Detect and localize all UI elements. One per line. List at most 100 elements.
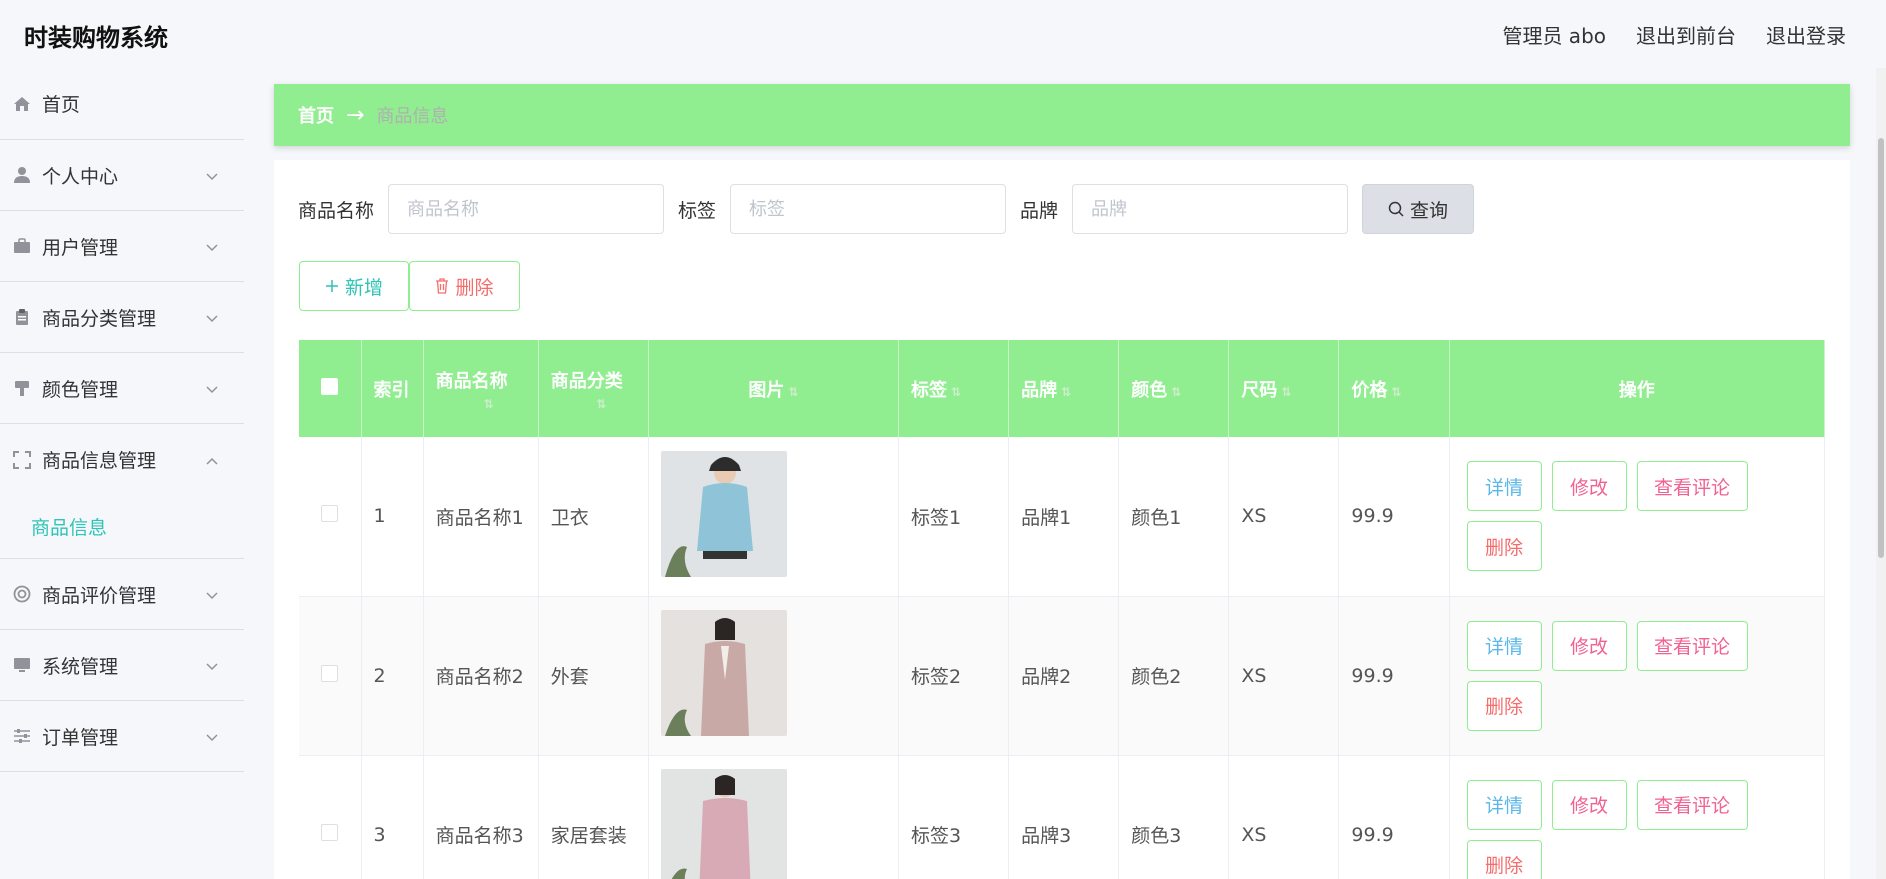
column-header-tag[interactable]: 标签 ⇅	[898, 340, 1010, 437]
row-checkbox[interactable]	[321, 505, 339, 523]
sidebar-item-order-management[interactable]: 订单管理	[0, 701, 244, 772]
sidebar-subitem-product-info[interactable]: 商品信息	[0, 495, 244, 559]
sort-icon[interactable]: ⇅	[440, 397, 538, 411]
cell-category: 卫衣	[538, 437, 649, 597]
product-image	[660, 610, 787, 736]
tag-search-input[interactable]	[730, 184, 1007, 234]
column-header-brand[interactable]: 品牌 ⇅	[1008, 340, 1120, 437]
view-reviews-button[interactable]: 查看评论	[1636, 461, 1748, 512]
row-checkbox[interactable]	[321, 823, 339, 841]
chevron-down-icon	[206, 377, 218, 399]
sidebar-item-system-management[interactable]: 系统管理	[0, 630, 244, 701]
cell-color: 颜色1	[1118, 437, 1230, 597]
view-reviews-button[interactable]: 查看评论	[1636, 779, 1748, 830]
column-header-price[interactable]: 价格 ⇅	[1338, 340, 1450, 437]
breadcrumb: 首页 → 商品信息	[274, 84, 1850, 146]
cell-operations: 详情 修改 查看评论 删除	[1449, 437, 1825, 597]
operations-group: 详情 修改 查看评论 删除	[1466, 779, 1767, 879]
table-row: 3 商品名称3 家居套装 标签3 品牌3 颜色3 XS 99.9 详情 修改 查…	[299, 755, 1825, 879]
app-title: 时装购物系统	[24, 24, 168, 52]
lifebuoy-icon	[12, 584, 32, 604]
batch-delete-button[interactable]: 删除	[409, 261, 520, 311]
sidebar-item-personal-center[interactable]: 个人中心	[0, 140, 244, 211]
column-header-label: 商品名称	[435, 370, 508, 392]
logout-link[interactable]: 退出登录	[1766, 20, 1846, 49]
detail-button[interactable]: 详情	[1466, 779, 1542, 830]
product-table: 索引 商品名称 ⇅ 商品分类 ⇅ 图片 ⇅ 标签 ⇅ 品牌 ⇅ 颜色 ⇅ 尺码 ⇅ 价格 ⇅ 操…	[299, 340, 1825, 879]
back-to-frontend-link[interactable]: 退出到前台	[1636, 20, 1736, 49]
chevron-down-icon	[206, 306, 218, 328]
sliders-icon	[12, 726, 32, 746]
column-header-color[interactable]: 颜色 ⇅	[1118, 340, 1230, 437]
chevron-down-icon	[206, 725, 218, 747]
delete-button[interactable]: 删除	[1466, 680, 1542, 731]
admin-user-link[interactable]: 管理员 abo	[1502, 20, 1606, 49]
user-icon	[12, 165, 32, 185]
breadcrumb-home[interactable]: 首页	[298, 102, 334, 128]
column-header-image[interactable]: 图片 ⇅	[648, 340, 900, 437]
cell-operations: 详情 修改 查看评论 删除	[1449, 596, 1825, 756]
sort-icon[interactable]: ⇅	[1281, 385, 1291, 399]
column-header-category[interactable]: 商品分类 ⇅	[538, 340, 649, 437]
cell-category: 家居套装	[538, 755, 649, 879]
query-button-label: 查询	[1410, 199, 1449, 222]
sidebar-item-color-management[interactable]: 颜色管理	[0, 353, 244, 424]
sidebar-item-home[interactable]: 首页	[0, 68, 244, 140]
detail-button[interactable]: 详情	[1466, 620, 1542, 671]
cell-image	[648, 755, 900, 879]
name-search-input[interactable]	[388, 184, 665, 234]
cell-tag: 标签3	[898, 755, 1010, 879]
cell-tag: 标签2	[898, 596, 1010, 756]
cell-index: 1	[361, 437, 424, 597]
delete-button[interactable]: 删除	[1466, 839, 1542, 879]
add-button[interactable]: 新增	[299, 261, 409, 311]
operations-group: 详情 修改 查看评论 删除	[1466, 620, 1767, 731]
cell-brand: 品牌3	[1008, 755, 1120, 879]
sort-icon[interactable]: ⇅	[1391, 385, 1401, 399]
edit-button[interactable]: 修改	[1551, 620, 1627, 671]
sidebar-item-review-management[interactable]: 商品评价管理	[0, 559, 244, 630]
cell-name: 商品名称1	[423, 437, 539, 597]
row-select-cell	[299, 437, 362, 597]
column-header-label: 商品分类	[550, 370, 623, 392]
cell-size: XS	[1228, 437, 1340, 597]
breadcrumb-arrow: →	[346, 102, 365, 128]
sort-icon[interactable]: ⇅	[788, 385, 798, 399]
delete-button[interactable]: 删除	[1466, 521, 1542, 572]
sidebar-item-label: 首页	[42, 94, 81, 116]
add-button-label: 新增	[344, 276, 383, 299]
row-checkbox[interactable]	[321, 664, 339, 682]
column-header-label: 索引	[373, 379, 410, 401]
cell-brand: 品牌1	[1008, 437, 1120, 597]
sort-icon[interactable]: ⇅	[555, 397, 648, 411]
column-header-name[interactable]: 商品名称 ⇅	[423, 340, 539, 437]
brand-search-input[interactable]	[1072, 184, 1349, 234]
sort-icon[interactable]: ⇅	[1061, 385, 1071, 399]
cell-index: 2	[361, 596, 424, 756]
home-icon	[12, 94, 32, 114]
sidebar-item-user-management[interactable]: 用户管理	[0, 211, 244, 282]
select-all-checkbox[interactable]	[321, 377, 339, 395]
column-header-size[interactable]: 尺码 ⇅	[1228, 340, 1340, 437]
cell-category: 外套	[538, 596, 649, 756]
column-header-operations: 操作	[1449, 340, 1825, 437]
view-reviews-button[interactable]: 查看评论	[1636, 620, 1748, 671]
query-button[interactable]: 查询	[1362, 184, 1475, 234]
edit-button[interactable]: 修改	[1551, 779, 1627, 830]
vertical-scrollbar[interactable]	[1876, 68, 1886, 879]
main-content: 商品名称 标签 品牌 查询 新增 删除	[274, 160, 1850, 879]
breadcrumb-current: 商品信息	[376, 106, 449, 127]
sidebar-item-label: 商品分类管理	[42, 307, 157, 330]
sort-icon[interactable]: ⇅	[1171, 385, 1181, 399]
scrollbar-thumb[interactable]	[1878, 138, 1884, 558]
sidebar-item-product-info-management[interactable]: 商品信息管理	[0, 424, 244, 495]
sidebar: 首页 个人中心 用户管理 商品分类管理 颜色管理 商品信息管理 商品信息 商品评…	[0, 68, 244, 879]
tag-label: 标签	[678, 199, 717, 222]
sort-icon[interactable]: ⇅	[951, 385, 961, 399]
cell-size: XS	[1228, 755, 1340, 879]
edit-button[interactable]: 修改	[1551, 461, 1627, 512]
sidebar-item-category-management[interactable]: 商品分类管理	[0, 282, 244, 353]
cell-price: 99.9	[1338, 596, 1450, 756]
cell-name: 商品名称3	[423, 755, 539, 879]
detail-button[interactable]: 详情	[1466, 461, 1542, 512]
